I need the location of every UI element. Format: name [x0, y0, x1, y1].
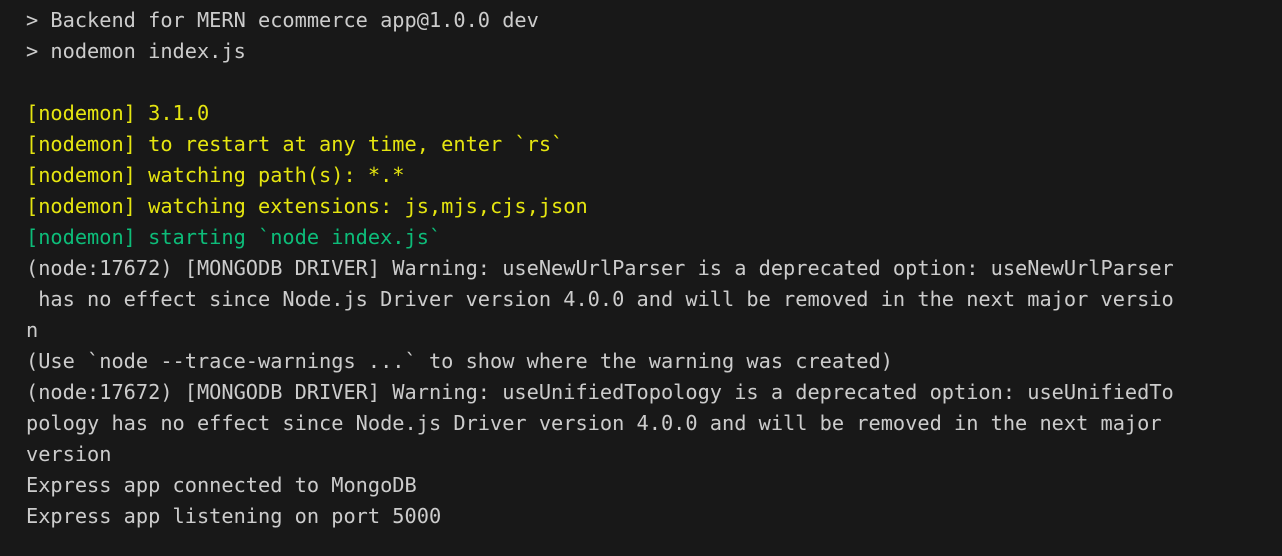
- terminal-line: [nodemon] starting `node index.js`: [26, 225, 442, 249]
- terminal-line: (node:17672) [MONGODB DRIVER] Warning: u…: [26, 380, 1174, 404]
- terminal-line: [nodemon] watching path(s): *.*: [26, 163, 405, 187]
- terminal-line: > Backend for MERN ecommerce app@1.0.0 d…: [26, 8, 539, 32]
- terminal-line: [nodemon] to restart at any time, enter …: [26, 132, 564, 156]
- terminal-line: > nodemon index.js: [26, 39, 246, 63]
- terminal-line: has no effect since Node.js Driver versi…: [26, 287, 1174, 311]
- terminal-line: Express app connected to MongoDB: [26, 473, 417, 497]
- terminal-line: (node:17672) [MONGODB DRIVER] Warning: u…: [26, 256, 1174, 280]
- terminal-line: [nodemon] 3.1.0: [26, 101, 210, 125]
- terminal-line: n: [26, 318, 39, 342]
- terminal-output[interactable]: > Backend for MERN ecommerce app@1.0.0 d…: [0, 0, 1282, 556]
- terminal-line: Express app listening on port 5000: [26, 504, 442, 528]
- terminal-line: (Use `node --trace-warnings ...` to show…: [26, 349, 893, 373]
- terminal-line: [nodemon] watching extensions: js,mjs,cj…: [26, 194, 588, 218]
- terminal-line: pology has no effect since Node.js Drive…: [26, 411, 1162, 435]
- terminal-line: version: [26, 442, 112, 466]
